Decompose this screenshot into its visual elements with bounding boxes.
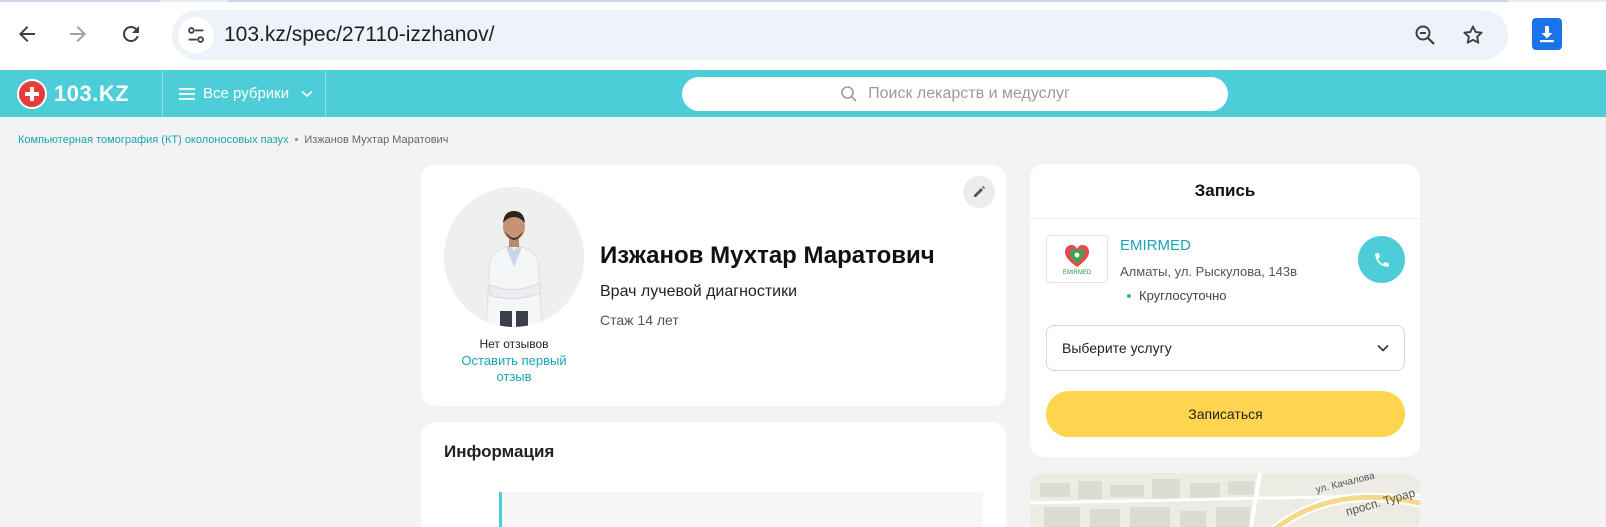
back-button[interactable] — [9, 16, 45, 52]
clinic-address: Алматы, ул. Рыскулова, 143в — [1120, 264, 1298, 279]
doctor-experience: Стаж 14 лет — [600, 312, 679, 328]
doctor-name: Изжанов Мухтар Маратович — [600, 242, 935, 269]
address-bar[interactable]: 103.kz/spec/27110-izzhanov/ — [172, 10, 1508, 60]
tab-strip-edge — [0, 0, 1606, 2]
reload-icon — [123, 26, 139, 42]
doctor-avatar[interactable] — [444, 187, 584, 327]
chevron-down-icon — [1377, 344, 1389, 352]
breadcrumb: Компьютерная томография (КТ) околоносовы… — [18, 134, 448, 146]
site-logo[interactable]: 103.KZ — [17, 78, 129, 110]
pencil-icon — [974, 186, 985, 197]
chevron-down-icon — [301, 90, 313, 97]
information-title: Информация — [444, 442, 555, 461]
zoom-button[interactable] — [1412, 22, 1438, 48]
call-button[interactable] — [1358, 236, 1405, 283]
logo-text: 103.KZ — [54, 81, 130, 106]
open-status-dot — [1127, 293, 1131, 298]
bookmark-button[interactable] — [1460, 22, 1486, 48]
hamburger-icon — [179, 87, 195, 100]
tab-indicator — [228, 0, 1508, 2]
clinic-hours-text: Круглосуточно — [1139, 288, 1227, 303]
information-block — [499, 492, 983, 527]
all-rubrics-menu[interactable]: Все рубрики — [162, 70, 326, 117]
url-text[interactable]: 103.kz/spec/27110-izzhanov/ — [224, 23, 494, 47]
breadcrumb-link[interactable]: Компьютерная томография (КТ) околоносовы… — [18, 134, 289, 146]
reload-button[interactable] — [113, 16, 149, 52]
search-icon — [841, 86, 857, 102]
arrow-left-icon — [19, 26, 35, 42]
rubrics-label: Все рубрики — [203, 85, 290, 102]
forward-button[interactable] — [60, 16, 96, 52]
arrow-right-icon — [70, 26, 86, 42]
medical-cross-icon — [17, 79, 47, 109]
clinic-logo[interactable]: EMIRMED — [1046, 235, 1108, 283]
phone-icon — [1374, 252, 1389, 267]
doctor-photo — [444, 187, 584, 327]
zoom-out-icon — [1415, 25, 1435, 45]
service-select-placeholder: Выберите услугу — [1062, 340, 1172, 356]
search-input[interactable]: Поиск лекарств и медуслуг — [682, 77, 1228, 111]
booking-title: Запись — [1030, 164, 1420, 219]
heart-logo-icon — [1064, 244, 1090, 267]
booking-card: Запись EMIRMED EMIRMED Алматы, ул. Рыску… — [1030, 164, 1420, 457]
book-appointment-button[interactable]: Записаться — [1046, 391, 1405, 437]
download-button[interactable] — [1532, 18, 1562, 50]
breadcrumb-separator: • — [294, 134, 299, 146]
download-icon — [1540, 26, 1554, 43]
doctor-specialty: Врач лучевой диагностики — [600, 283, 798, 300]
clinic-name-link[interactable]: EMIRMED — [1120, 237, 1191, 254]
site-header: 103.KZ Все рубрики Поиск лекарств и меду… — [0, 70, 1606, 117]
browser-toolbar: 103.kz/spec/27110-izzhanov/ — [0, 0, 1606, 70]
doctor-profile-card: Нет отзывов Оставить первый отзыв Изжано… — [421, 165, 1006, 406]
tune-icon — [188, 27, 204, 43]
clinic-hours: Круглосуточно — [1127, 288, 1227, 303]
tab-indicator — [0, 0, 160, 2]
site-info-button[interactable] — [178, 17, 214, 53]
star-icon — [1463, 25, 1483, 44]
service-select[interactable]: Выберите услугу — [1046, 325, 1405, 371]
information-card: Информация — [421, 422, 1006, 527]
breadcrumb-current: Изжанов Мухтар Маратович — [304, 134, 449, 146]
clinic-logo-brand: EMIRMED — [1062, 269, 1092, 276]
clinic-map[interactable]: ул. Качалова просп. Турар — [1030, 473, 1420, 527]
leave-first-review-link[interactable]: Оставить первый отзыв — [454, 353, 574, 385]
edit-button[interactable] — [963, 176, 995, 208]
search-placeholder: Поиск лекарств и медуслуг — [868, 85, 1070, 102]
no-reviews-text: Нет отзывов — [479, 337, 549, 351]
